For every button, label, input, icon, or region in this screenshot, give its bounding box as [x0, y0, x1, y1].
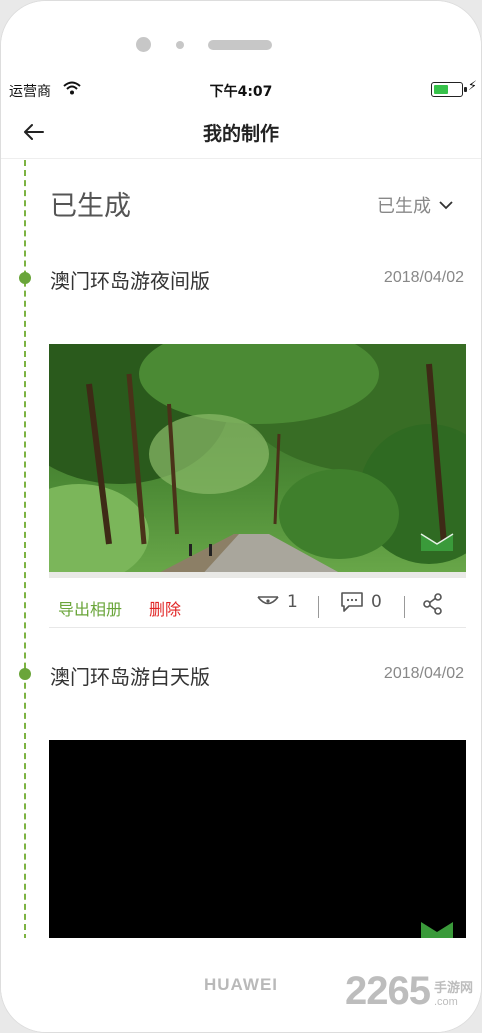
charging-icon: ⚡ [467, 79, 477, 94]
like-button[interactable]: 1 [257, 592, 298, 612]
watermark-cn: 手游网 [433, 981, 473, 996]
filter-label: 已生成 [377, 196, 431, 217]
comment-count: 0 [371, 592, 382, 612]
earpiece-speaker [208, 40, 272, 50]
site-watermark: 2265 手游网 .com [345, 969, 473, 1014]
chevron-down-icon [439, 201, 453, 210]
nav-bar: 我的制作 [1, 107, 481, 159]
timeline-dot [19, 668, 31, 680]
section-title: 已生成 [50, 191, 131, 222]
divider [318, 596, 319, 618]
video-thumbnail[interactable] [49, 740, 466, 940]
video-thumbnail[interactable] [49, 344, 466, 578]
phone-top-bezel [1, 1, 481, 75]
content-area[interactable]: 已生成 已生成 澳门环岛游夜间版 2018/04/02 导出相册 删除 1 0 … [1, 160, 481, 940]
divider [404, 596, 405, 618]
brand-logo [420, 530, 454, 556]
watermark-suffix: .com [433, 996, 458, 1008]
like-icon [257, 596, 279, 605]
delete-button[interactable]: 删除 [149, 596, 181, 620]
front-camera [136, 37, 151, 52]
share-icon[interactable] [423, 593, 443, 619]
item-action-bar: 导出相册 删除 1 0 [49, 578, 466, 628]
watermark-number: 2265 [345, 969, 431, 1013]
timeline-dot [19, 272, 31, 284]
comment-icon [341, 592, 363, 612]
battery-level [434, 85, 448, 94]
proximity-sensor [176, 41, 184, 49]
item-title: 澳门环岛游夜间版 [50, 269, 210, 293]
status-bar: 运营商 下午4:07 ⚡ [1, 77, 481, 103]
comment-button[interactable]: 0 [341, 592, 382, 612]
phone-bottom-bezel: HUAWEI 2265 手游网 .com [1, 938, 481, 1032]
item-title: 澳门环岛游白天版 [50, 665, 210, 689]
brand-logo [420, 918, 454, 940]
item-date: 2018/04/02 [383, 269, 464, 286]
phone-frame: 运营商 下午4:07 ⚡ 我的制作 已生成 已生成 澳门环岛游夜间版 2018/… [0, 0, 482, 1033]
item-date: 2018/04/02 [383, 665, 464, 682]
page-title: 我的制作 [202, 123, 279, 145]
battery-icon [431, 82, 467, 97]
like-count: 1 [287, 592, 298, 612]
status-time: 下午4:07 [209, 84, 273, 100]
status-filter-dropdown[interactable]: 已生成 [377, 192, 453, 218]
export-album-button[interactable]: 导出相册 [58, 596, 122, 620]
